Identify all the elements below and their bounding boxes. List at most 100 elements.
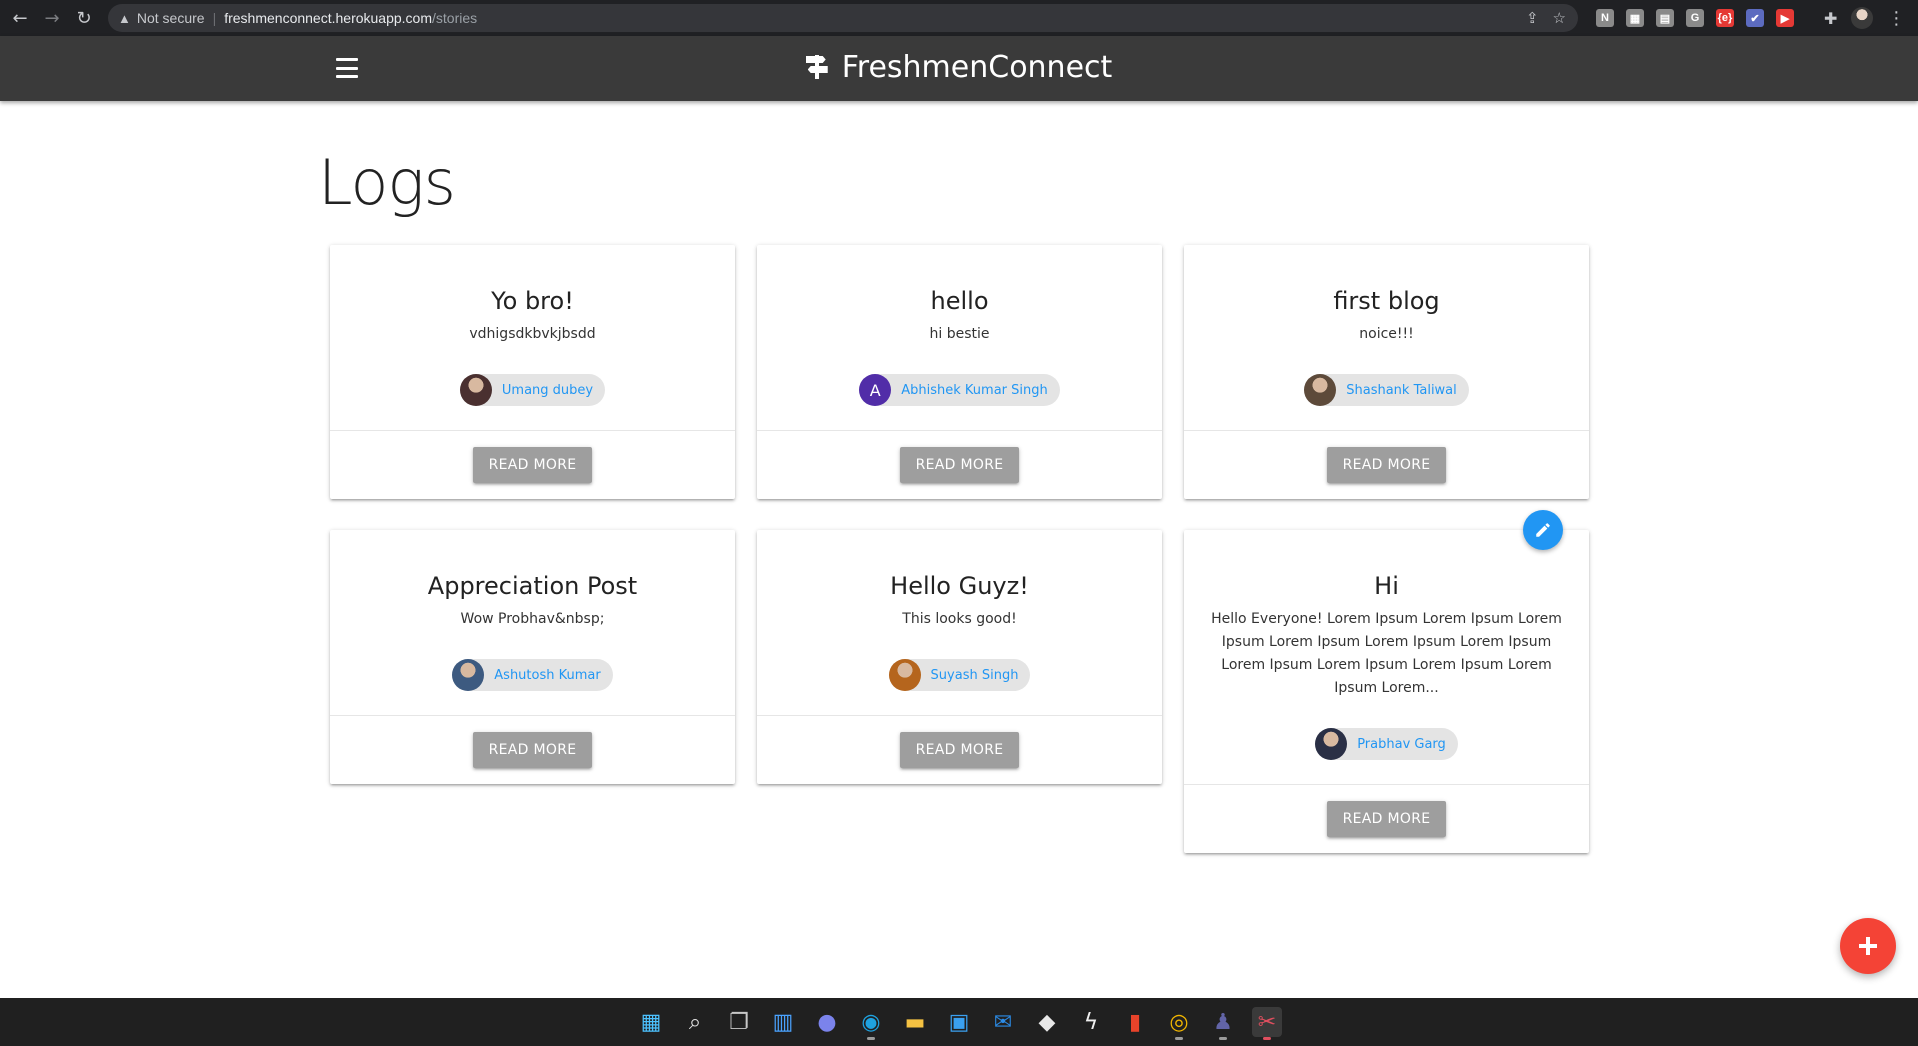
author-avatar bbox=[1315, 728, 1348, 760]
mail-icon[interactable]: ✉ bbox=[988, 1007, 1018, 1037]
author-avatar: A bbox=[859, 374, 892, 406]
address-bar[interactable]: ▲ Not secure | freshmenconnect.herokuapp… bbox=[108, 4, 1578, 32]
read-more-button[interactable]: READ MORE bbox=[472, 732, 593, 768]
story-card: hello hi bestie A Abhishek Kumar Singh READ … bbox=[757, 245, 1162, 499]
author-name: Prabhav Garg bbox=[1357, 736, 1446, 752]
url-host: freshmenconnect.herokuapp.com bbox=[224, 10, 433, 26]
ext-4-icon[interactable]: G bbox=[1686, 9, 1704, 27]
add-story-button[interactable] bbox=[1840, 918, 1896, 974]
card-content: hello hi bestie A Abhishek Kumar Singh bbox=[757, 245, 1162, 431]
plus-icon bbox=[1859, 937, 1877, 955]
story-card: Hello Guyz! This looks good! Suyash Singh R… bbox=[757, 530, 1162, 784]
edit-story-button[interactable] bbox=[1523, 510, 1563, 550]
chrome-icon[interactable]: ◎ bbox=[1164, 1007, 1194, 1040]
task-view-icon[interactable]: ❐ bbox=[724, 1007, 754, 1037]
card-title: Hello Guyz! bbox=[890, 572, 1029, 600]
card-action: READ MORE bbox=[757, 716, 1162, 784]
story-card: first blog noice!!! Shashank Taliwal READ M… bbox=[1184, 245, 1589, 499]
author-chip[interactable]: Ashutosh Kumar bbox=[452, 659, 613, 691]
card-content: first blog noice!!! Shashank Taliwal bbox=[1184, 245, 1589, 431]
store-icon[interactable]: ▣ bbox=[944, 1007, 974, 1037]
windows-start-icon[interactable]: ▦ bbox=[636, 1007, 666, 1037]
author-avatar bbox=[459, 374, 492, 406]
story-card: Yo bro! vdhigsdkbvkjbsdd Umang dubey READ M… bbox=[330, 245, 735, 499]
card-action: READ MORE bbox=[330, 431, 735, 499]
profile-avatar[interactable] bbox=[1851, 7, 1874, 29]
card-body: vdhigsdkbvkjbsdd bbox=[469, 326, 596, 342]
card-title: hello bbox=[930, 287, 989, 315]
edit-icon bbox=[1536, 523, 1550, 537]
edge-icon[interactable]: ◉ bbox=[856, 1007, 886, 1040]
brand-name: FreshmenConnect bbox=[841, 50, 1113, 85]
browser-menu-icon[interactable]: ⋮ bbox=[1887, 8, 1905, 29]
ext-1-icon[interactable]: N bbox=[1596, 9, 1614, 27]
card-title: first blog bbox=[1333, 287, 1440, 315]
zap-icon[interactable]: ϟ bbox=[1076, 1007, 1106, 1037]
snip-icon[interactable]: ✂ bbox=[1252, 1007, 1282, 1040]
back-icon[interactable]: ← bbox=[4, 0, 36, 36]
ext-6-icon[interactable]: ✔ bbox=[1746, 9, 1764, 27]
read-more-button[interactable]: READ MORE bbox=[899, 732, 1020, 768]
read-more-button[interactable]: READ MORE bbox=[1326, 447, 1447, 483]
search-icon[interactable]: ⌕ bbox=[680, 1007, 710, 1037]
card-action: READ MORE bbox=[757, 431, 1162, 499]
author-avatar bbox=[452, 659, 485, 691]
card-action: READ MORE bbox=[1184, 431, 1589, 499]
author-name: Umang dubey bbox=[501, 382, 594, 398]
read-more-button[interactable]: READ MORE bbox=[899, 447, 1020, 483]
office-icon[interactable]: ▮ bbox=[1120, 1007, 1150, 1037]
card-body: hi bestie bbox=[929, 326, 990, 342]
warning-icon: ▲ bbox=[118, 10, 131, 26]
author-chip[interactable]: Suyash Singh bbox=[888, 659, 1031, 691]
address-separator: | bbox=[212, 10, 217, 26]
card-content: Appreciation Post Wow Probhav&nbsp; Ashuto… bbox=[330, 530, 735, 716]
ext-5-icon[interactable]: {e} bbox=[1716, 9, 1734, 27]
author-name: Shashank Taliwal bbox=[1346, 382, 1457, 398]
ext-3-icon[interactable]: ▤ bbox=[1656, 9, 1674, 27]
card-title: Appreciation Post bbox=[427, 572, 638, 600]
ext-7-icon[interactable]: ▶ bbox=[1776, 9, 1794, 27]
teams-icon[interactable]: ♟ bbox=[1208, 1007, 1238, 1040]
read-more-button[interactable]: READ MORE bbox=[1326, 801, 1447, 837]
story-card: Appreciation Post Wow Probhav&nbsp; Ashuto… bbox=[330, 530, 735, 784]
card-action: READ MORE bbox=[330, 716, 735, 784]
forward-icon[interactable]: → bbox=[36, 0, 68, 36]
teams-chat-icon[interactable]: ● bbox=[812, 1007, 842, 1037]
card-content: Yo bro! vdhigsdkbvkjbsdd Umang dubey bbox=[330, 245, 735, 431]
file-explorer-icon[interactable]: ▬ bbox=[900, 1007, 930, 1037]
author-chip[interactable]: Umang dubey bbox=[459, 374, 606, 406]
card-title: Yo bro! bbox=[491, 287, 574, 315]
share-icon[interactable]: ⇪ bbox=[1526, 9, 1539, 27]
author-chip[interactable]: Prabhav Garg bbox=[1315, 728, 1458, 760]
card-action: READ MORE bbox=[1184, 785, 1589, 853]
puzzle-extensions-icon[interactable]: ✚ bbox=[1824, 9, 1837, 28]
windows-taskbar: ▦ ⌕ ❐ ▥ ● ◉ ▬ ▣ ✉ ◆ ϟ ▮ ◎ ♟ ✂ bbox=[0, 998, 1918, 1046]
card-body: Wow Probhav&nbsp; bbox=[460, 611, 605, 627]
ext-2-icon[interactable]: ▦ bbox=[1626, 9, 1644, 27]
author-name: Abhishek Kumar Singh bbox=[901, 382, 1048, 398]
author-avatar bbox=[888, 659, 921, 691]
read-more-button[interactable]: READ MORE bbox=[472, 447, 593, 483]
url-path: /stories bbox=[432, 10, 478, 26]
signpost-icon bbox=[805, 53, 828, 79]
card-content: Hi Hello Everyone! Lorem Ipsum Lorem Ipsu… bbox=[1184, 530, 1589, 785]
app-navbar: FreshmenConnect bbox=[0, 36, 1918, 101]
extensions-area: N ▦ ▤ G {e} ✔ ▶ bbox=[1596, 0, 1794, 36]
card-content: Hello Guyz! This looks good! Suyash Singh bbox=[757, 530, 1162, 716]
bookmark-star-icon[interactable]: ☆ bbox=[1553, 9, 1566, 27]
author-chip[interactable]: Shashank Taliwal bbox=[1304, 374, 1469, 406]
dropbox-icon[interactable]: ◆ bbox=[1032, 1007, 1062, 1037]
card-body: Hello Everyone! Lorem Ipsum Lorem Ipsum … bbox=[1211, 611, 1562, 696]
author-name: Suyash Singh bbox=[930, 667, 1019, 683]
browser-toolbar: ← → ↻ ▲ Not secure | freshmenconnect.her… bbox=[0, 0, 1918, 36]
reload-icon[interactable]: ↻ bbox=[68, 0, 100, 36]
card-body: This looks good! bbox=[902, 611, 1017, 627]
story-card: Hi Hello Everyone! Lorem Ipsum Lorem Ipsu… bbox=[1184, 530, 1589, 853]
author-name: Ashutosh Kumar bbox=[494, 667, 601, 683]
brand-logo[interactable]: FreshmenConnect bbox=[0, 50, 1918, 85]
card-body: noice!!! bbox=[1359, 326, 1414, 342]
page-title: Logs bbox=[318, 146, 456, 219]
author-avatar bbox=[1304, 374, 1337, 406]
author-chip[interactable]: A Abhishek Kumar Singh bbox=[859, 374, 1060, 406]
widgets-icon[interactable]: ▥ bbox=[768, 1007, 798, 1037]
